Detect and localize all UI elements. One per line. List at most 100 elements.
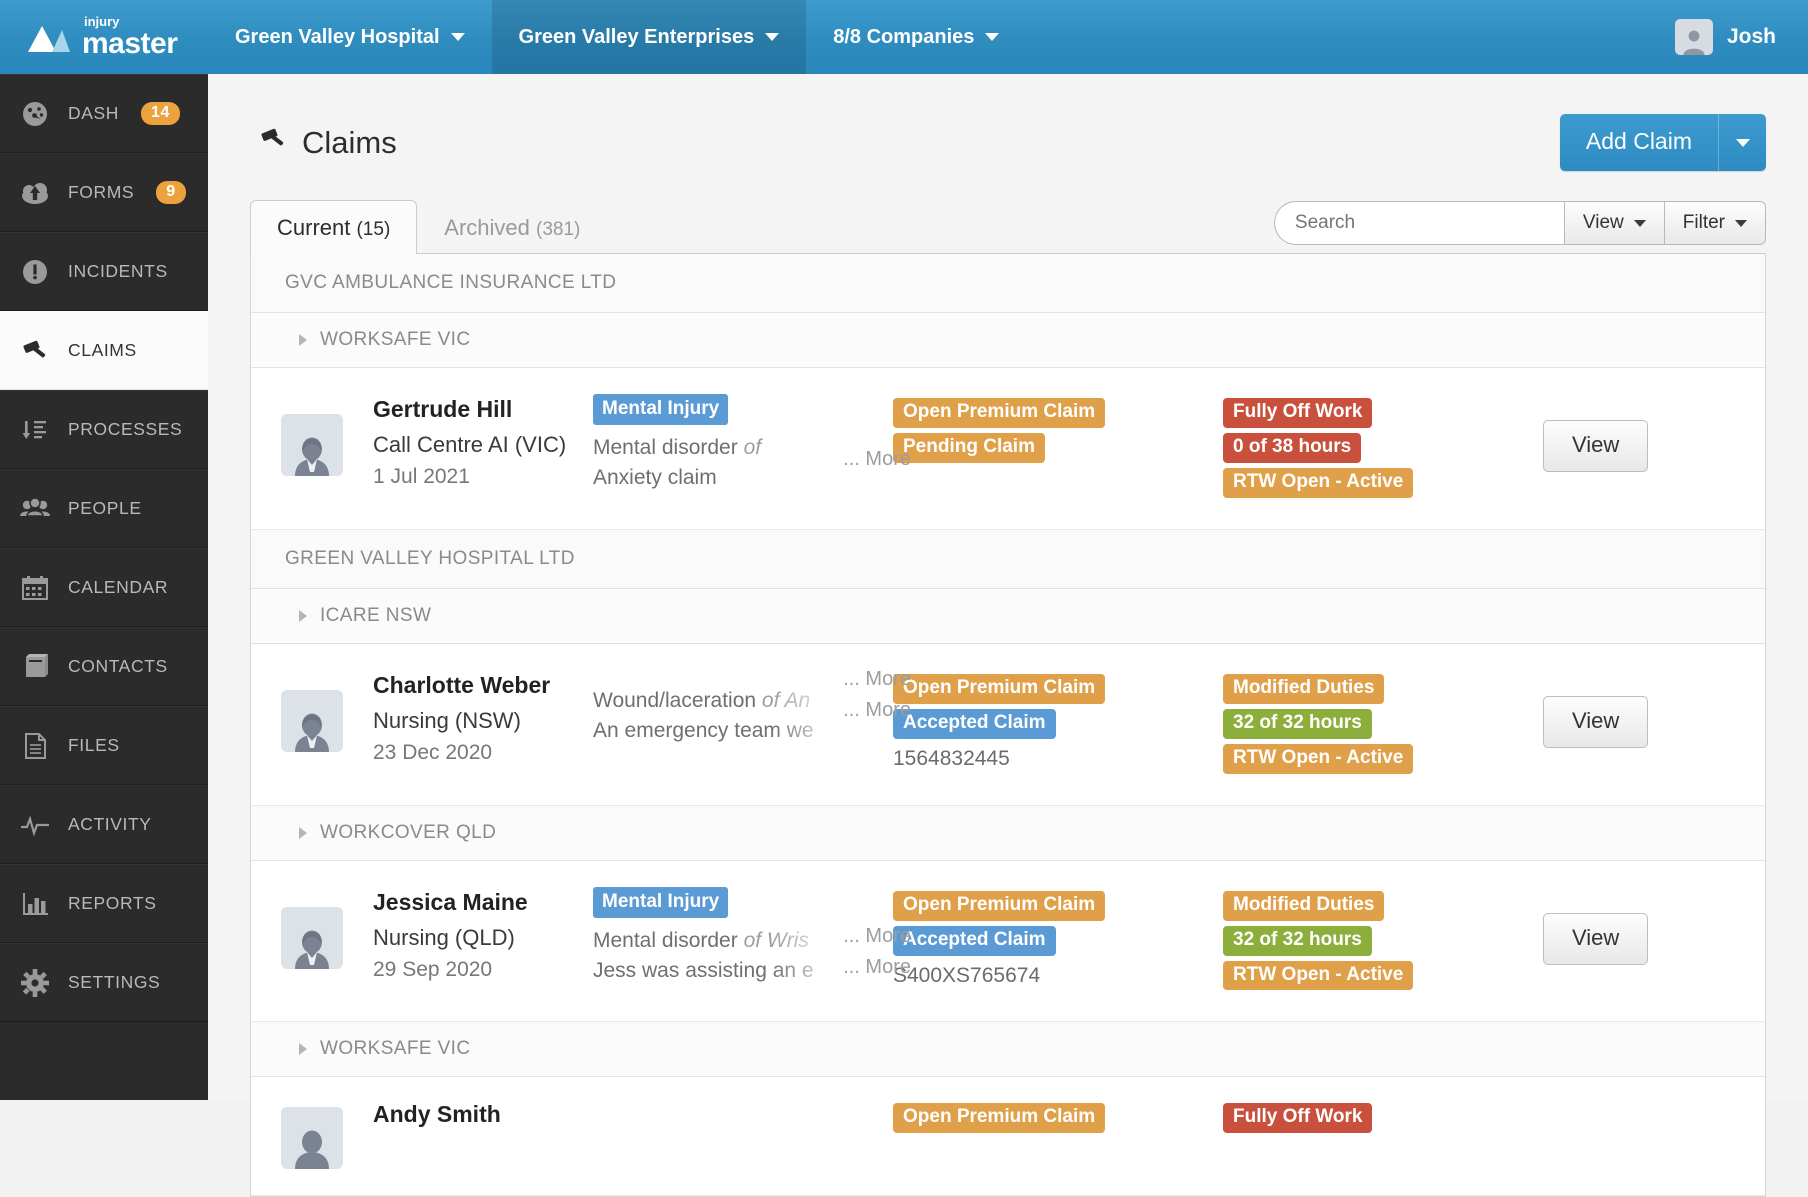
- mountain-logo-icon: [26, 20, 72, 54]
- company-tab-all-companies[interactable]: 8/8 Companies: [806, 0, 1026, 74]
- rtw-status-badge: RTW Open - Active: [1223, 467, 1414, 498]
- filter-dropdown-button[interactable]: Filter: [1663, 201, 1766, 245]
- gavel-icon: [258, 124, 288, 162]
- main-content: Claims Add Claim Current (15) Archived (…: [208, 74, 1808, 1197]
- claim-number: 1564832445: [893, 746, 1010, 770]
- sidebar-item-incidents[interactable]: INCIDENTS: [0, 232, 208, 311]
- view-button[interactable]: View: [1543, 420, 1649, 472]
- table-row[interactable]: Andy Smith Open Premium Claim Fully Off …: [251, 1077, 1765, 1197]
- claim-avatar-cell: [251, 885, 373, 969]
- sidebar-item-label: CALENDAR: [68, 577, 169, 597]
- sidebar-item-people[interactable]: PEOPLE: [0, 469, 208, 548]
- table-row[interactable]: Charlotte Weber Nursing (NSW) 23 Dec 202…: [251, 644, 1765, 806]
- sidebar-item-activity[interactable]: ACTIVITY: [0, 785, 208, 864]
- status-badge: Open Premium Claim: [893, 398, 1106, 428]
- sidebar-badge-forms: 9: [156, 181, 186, 204]
- chevron-down-icon: [1633, 219, 1646, 227]
- sidebar-item-label: CLAIMS: [68, 340, 137, 360]
- claim-description-cell: Mental Injury Mental disorder of Wris Je…: [593, 885, 911, 987]
- company-tab-green-valley-hospital[interactable]: Green Valley Hospital: [208, 0, 492, 74]
- more-link[interactable]: ... More: [843, 668, 911, 691]
- claim-action-cell: View: [1523, 885, 1765, 965]
- rtw-badge: Modified Duties: [1223, 673, 1385, 704]
- more-link[interactable]: ... More: [843, 956, 911, 979]
- claim-rtw-cell: Fully Off Work: [1223, 1097, 1523, 1138]
- filter-button-label: Filter: [1682, 212, 1725, 233]
- tab-current[interactable]: Current (15): [250, 200, 418, 254]
- view-button[interactable]: View: [1543, 695, 1649, 748]
- sidebar-item-reports[interactable]: REPORTS: [0, 864, 208, 943]
- claim-description-text: Mental disorder: [593, 436, 738, 459]
- group-insurer-header[interactable]: ICARE NSW: [251, 588, 1765, 644]
- chevron-down-icon: [985, 33, 1000, 41]
- rtw-badge-wrap: RTW Open - Active: [1223, 960, 1523, 996]
- tab-archived-label: Archived: [444, 215, 530, 240]
- group-insurer-header[interactable]: WORKCOVER QLD: [251, 805, 1765, 861]
- tab-current-count: (15): [356, 219, 391, 240]
- claim-avatar-cell: [251, 1097, 373, 1170]
- claim-number: S400XS765674: [893, 963, 1041, 987]
- view-button-label: View: [1582, 212, 1624, 233]
- company-tab-label: 8/8 Companies: [833, 25, 975, 48]
- sidebar-item-files[interactable]: FILES: [0, 706, 208, 785]
- add-claim-button[interactable]: Add Claim: [1559, 114, 1718, 171]
- group-company-header: GREEN VALLEY HOSPITAL LTD: [251, 529, 1765, 589]
- sidebar-item-processes[interactable]: PROCESSES: [0, 390, 208, 469]
- group-insurer-header[interactable]: WORKSAFE VIC: [251, 1022, 1765, 1078]
- sidebar-item-claims[interactable]: CLAIMS: [0, 311, 208, 390]
- avatar: [281, 414, 343, 476]
- more-link[interactable]: ... More: [843, 699, 911, 722]
- more-link[interactable]: ... More: [843, 448, 911, 471]
- sidebar-item-forms[interactable]: FORMS 9: [0, 153, 208, 232]
- claim-person-name: Gertrude Hill: [373, 396, 513, 422]
- rtw-badge-wrap: Fully Off Work: [1223, 398, 1523, 433]
- claim-person-cell: Charlotte Weber Nursing (NSW) 23 Dec 202…: [373, 668, 593, 765]
- tab-current-label: Current: [277, 215, 351, 240]
- sidebar-item-label: FORMS: [68, 182, 135, 202]
- table-row[interactable]: Jessica Maine Nursing (QLD) 29 Sep 2020 …: [251, 861, 1765, 1023]
- group-insurer-header[interactable]: WORKSAFE VIC: [251, 313, 1765, 368]
- view-button[interactable]: View: [1543, 912, 1649, 965]
- rtw-badge-wrap: Fully Off Work: [1223, 1103, 1523, 1138]
- sidebar-item-contacts[interactable]: CONTACTS: [0, 627, 208, 706]
- claim-person-role: Nursing (QLD): [373, 924, 515, 950]
- claim-description-line-2: Anxiety claim: [593, 466, 717, 490]
- sidebar-item-settings[interactable]: SETTINGS: [0, 943, 208, 1022]
- rtw-status-badge: RTW Open - Active: [1223, 743, 1414, 774]
- more-link[interactable]: ... More: [843, 925, 911, 948]
- user-name-label: Josh: [1726, 25, 1776, 48]
- status-badge: Pending Claim: [893, 432, 1045, 463]
- chevron-down-icon: [1735, 219, 1747, 227]
- claims-tabs: Current (15) Archived (381): [250, 199, 607, 254]
- company-tab-green-valley-enterprises[interactable]: Green Valley Enterprises: [491, 0, 807, 74]
- claim-date: 29 Sep 2020: [373, 957, 493, 981]
- top-bar: injury master Green Valley Hospital Gree…: [0, 0, 1808, 74]
- claim-person-name: Jessica Maine: [373, 888, 528, 915]
- claim-person-name: Charlotte Weber: [373, 671, 551, 698]
- claim-action-cell: View: [1523, 392, 1765, 472]
- app-logo[interactable]: injury master: [0, 0, 208, 74]
- search-input[interactable]: [1273, 201, 1564, 245]
- tab-archived[interactable]: Archived (381): [417, 200, 607, 254]
- view-dropdown-button[interactable]: View: [1563, 201, 1664, 245]
- add-claim-group: Add Claim: [1559, 114, 1766, 171]
- claim-person-role: Call Centre AI (VIC): [373, 432, 567, 457]
- sidebar-item-calendar[interactable]: CALENDAR: [0, 548, 208, 627]
- brand-large-text: master: [82, 27, 178, 60]
- group-insurer-label: WORKSAFE VIC: [320, 329, 471, 350]
- sidebar-item-dash[interactable]: DASH 14: [0, 74, 208, 153]
- claim-description-italic: of: [743, 436, 762, 459]
- document-icon: [18, 729, 52, 763]
- calendar-icon: [18, 571, 52, 605]
- user-menu[interactable]: Josh: [1674, 0, 1808, 74]
- claim-action-cell: [1523, 1097, 1765, 1125]
- user-avatar-icon: [1674, 19, 1713, 55]
- rtw-badge-wrap: RTW Open - Active: [1223, 467, 1523, 503]
- table-row[interactable]: Gertrude Hill Call Centre AI (VIC) 1 Jul…: [251, 368, 1765, 530]
- cloud-upload-icon: [18, 176, 52, 210]
- chevron-down-icon: [450, 33, 465, 41]
- rtw-badge: Modified Duties: [1223, 890, 1385, 921]
- add-claim-dropdown-toggle[interactable]: [1718, 114, 1766, 171]
- status-badge-wrap: Open Premium Claim: [893, 1103, 1223, 1138]
- claim-description-cell: Wound/laceration of An An emergency team…: [593, 668, 911, 747]
